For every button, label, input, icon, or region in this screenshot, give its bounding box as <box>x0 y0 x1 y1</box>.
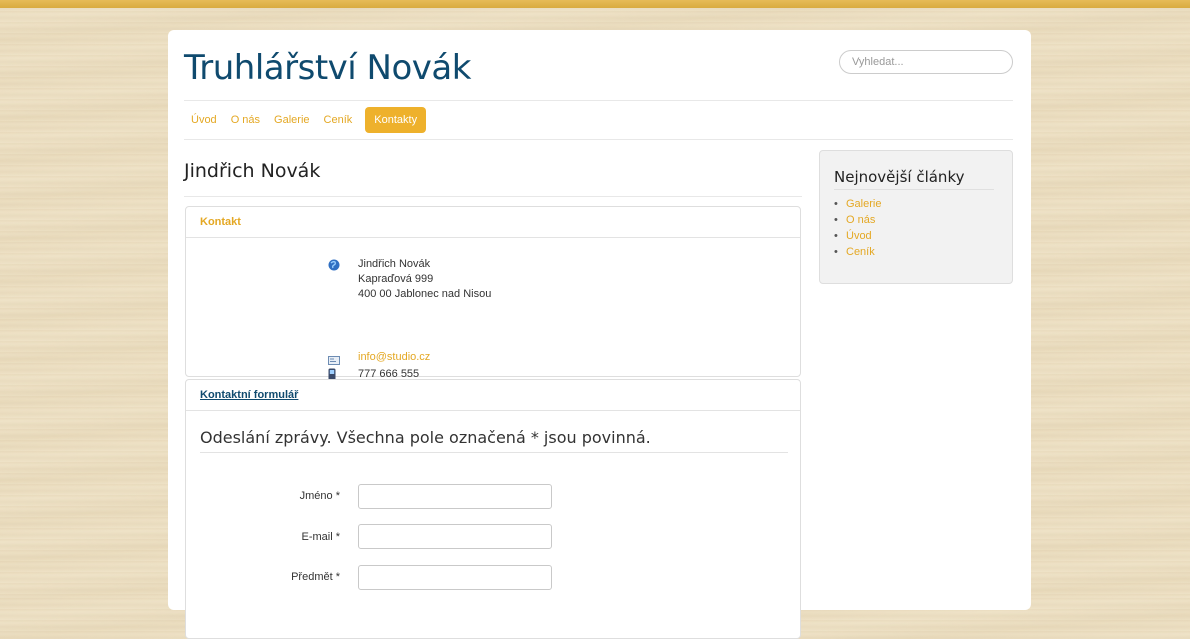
contact-form-panel: Kontaktní formulář Odeslání zprávy. Všec… <box>185 379 801 639</box>
divider <box>184 100 1013 101</box>
email-field[interactable] <box>358 524 552 549</box>
nav-item-uvod[interactable]: Úvod <box>184 107 224 133</box>
nav-item-kontakty[interactable]: Kontakty <box>365 107 427 133</box>
home-globe-icon <box>328 258 340 276</box>
subject-field[interactable] <box>358 565 552 590</box>
page-heading: Jindřich Novák <box>184 160 321 182</box>
divider <box>184 139 1013 140</box>
page-container: Truhlářství Novák Úvod O nás Galerie Cen… <box>168 30 1031 639</box>
contact-form-header[interactable]: Kontaktní formulář <box>186 380 800 411</box>
contact-city: 400 00 Jablonec nad Nisou <box>358 288 492 300</box>
divider <box>184 196 802 197</box>
contact-panel: Kontakt Jindřich Novák Kapraďová 999 400… <box>185 206 801 381</box>
contact-panel-header[interactable]: Kontakt <box>186 207 800 238</box>
top-accent-bar <box>0 0 1190 8</box>
main-nav: Úvod O nás Galerie Ceník Kontakty <box>184 107 427 133</box>
sidebar-item-o-nas[interactable]: O nás <box>834 212 881 228</box>
contact-email-link[interactable]: info@studio.cz <box>358 350 430 365</box>
site-title[interactable]: Truhlářství Novák <box>184 48 471 88</box>
latest-articles-sidebar: Nejnovější články Galerie O nás Úvod Cen… <box>819 150 1013 284</box>
nav-item-o-nas[interactable]: O nás <box>224 107 267 133</box>
sidebar-title: Nejnovější články <box>834 168 965 186</box>
sidebar-item-cenik[interactable]: Ceník <box>834 244 881 260</box>
sidebar-list: Galerie O nás Úvod Ceník <box>834 196 882 260</box>
name-field[interactable] <box>358 484 552 509</box>
sidebar-item-uvod[interactable]: Úvod <box>834 228 881 244</box>
divider <box>200 452 788 453</box>
nav-item-cenik[interactable]: Ceník <box>317 107 360 133</box>
name-label: Jméno * <box>299 490 340 502</box>
contact-street: Kapraďová 999 <box>358 273 434 285</box>
form-title: Odeslání zprávy. Všechna pole označená *… <box>200 428 651 447</box>
contact-name: Jindřich Novák <box>358 258 431 270</box>
sidebar-item-galerie[interactable]: Galerie <box>834 196 882 212</box>
search-input[interactable] <box>839 50 1013 74</box>
divider <box>834 189 994 190</box>
subject-label: Předmět * <box>291 571 340 583</box>
nav-item-galerie[interactable]: Galerie <box>267 107 316 133</box>
email-label: E-mail * <box>301 531 340 543</box>
